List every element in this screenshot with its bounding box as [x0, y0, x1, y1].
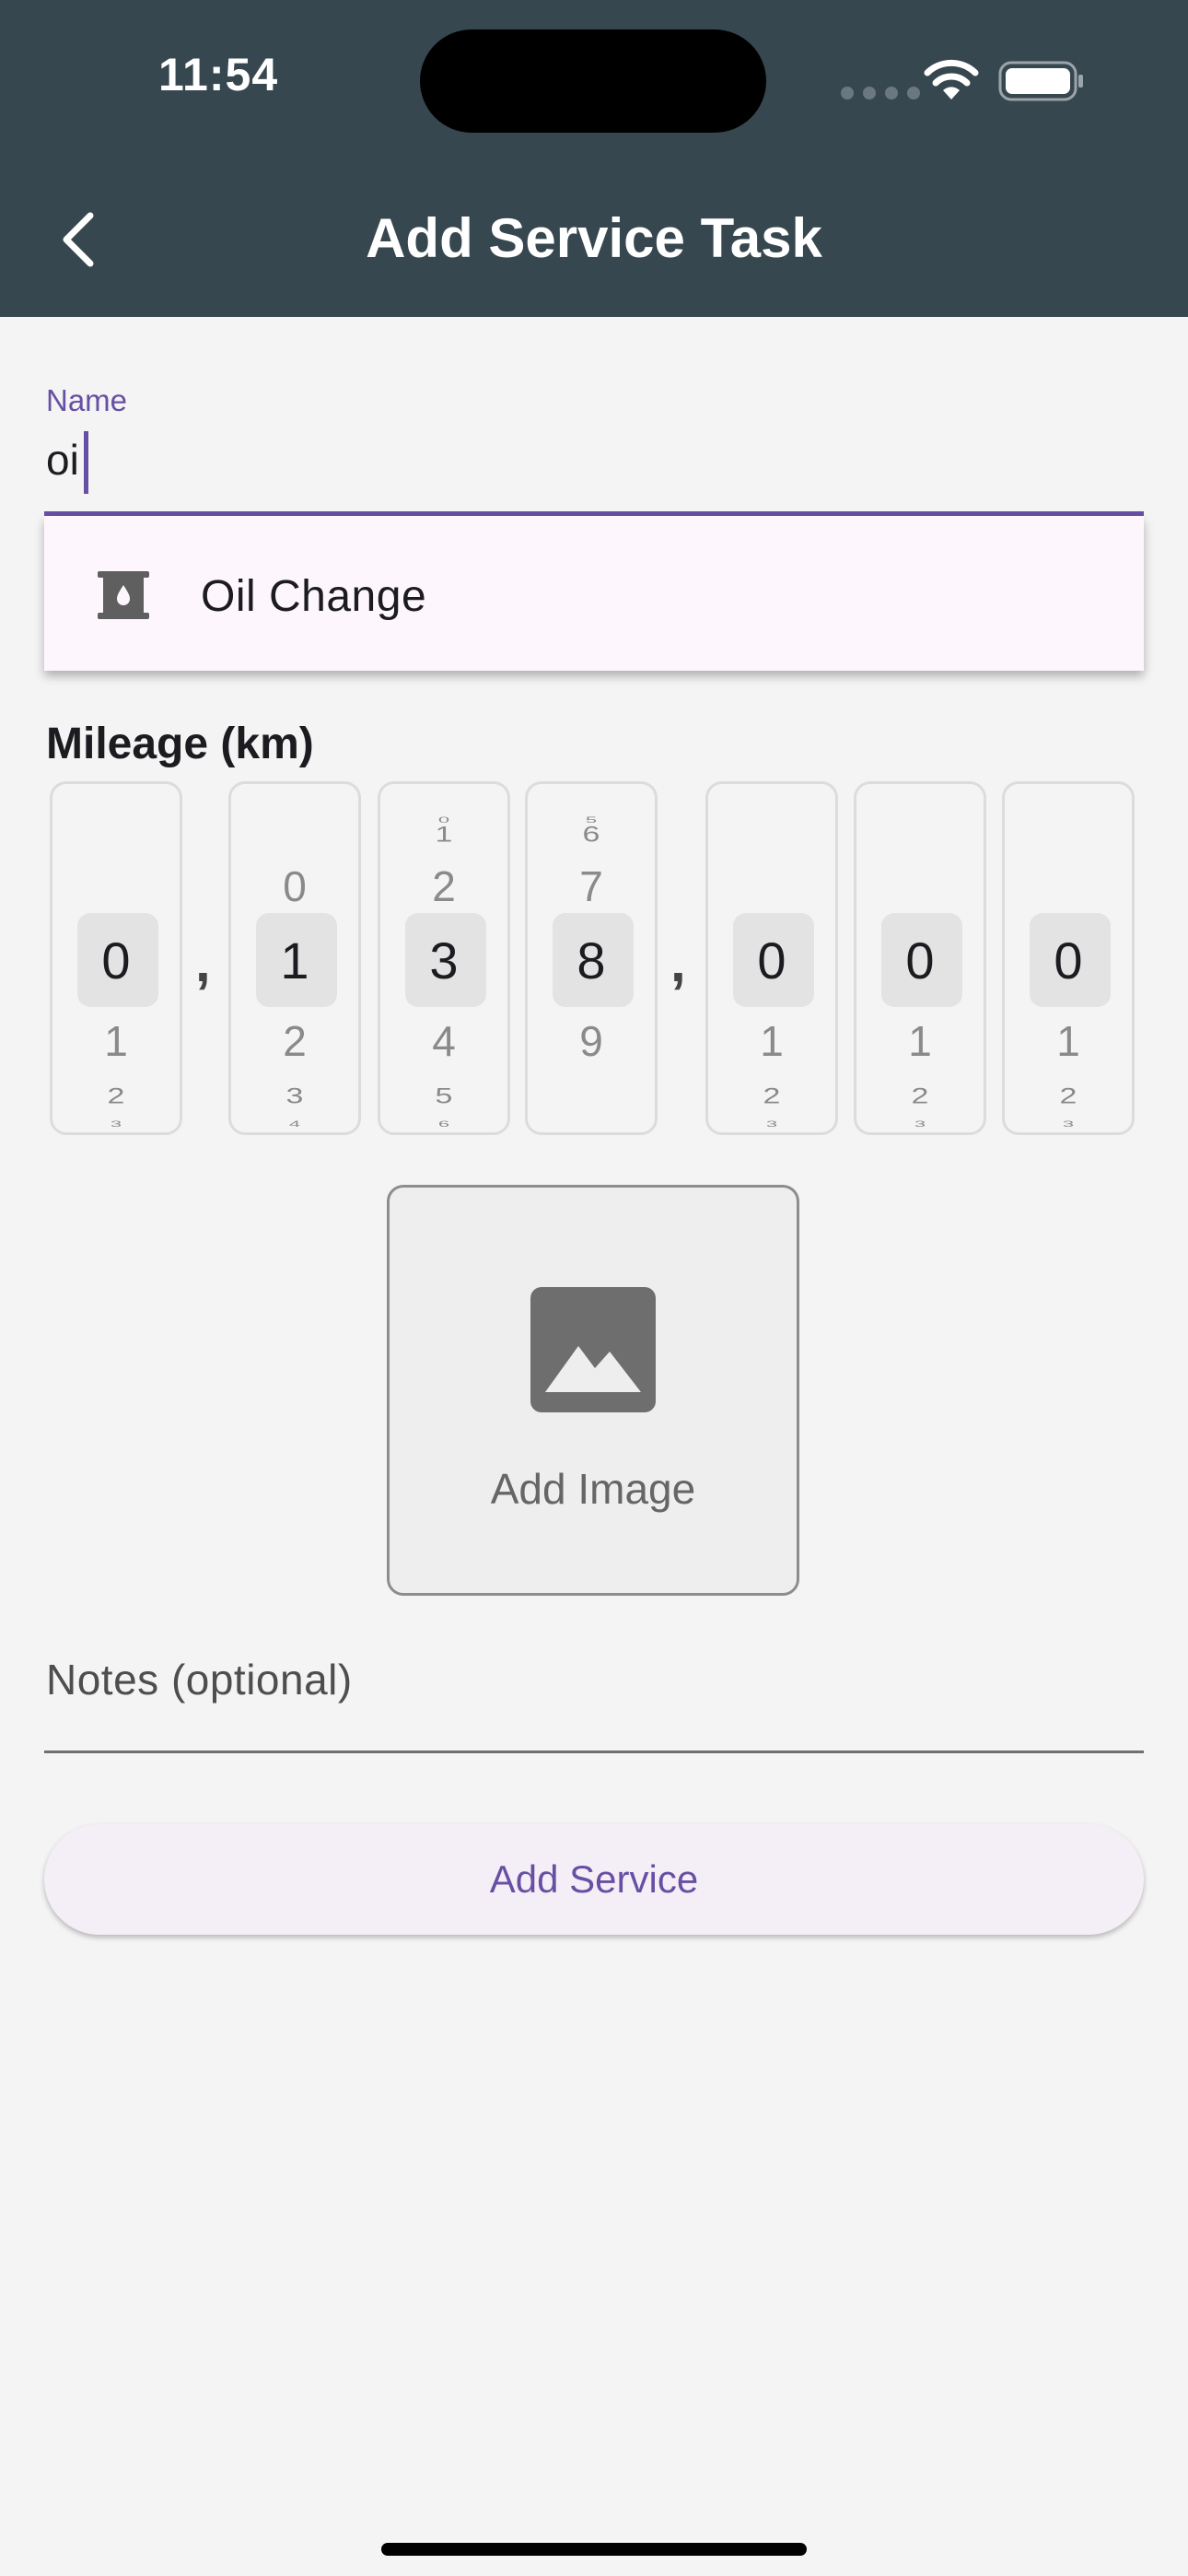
wheel-selected-digit: 0	[905, 931, 935, 989]
wheel-digit: 1	[104, 1017, 128, 1065]
wheel-digit: 1	[760, 1017, 784, 1065]
wifi-icon	[924, 59, 979, 100]
oil-barrel-icon	[98, 571, 149, 619]
wheel-selected-digit: 1	[280, 931, 309, 989]
home-indicator	[381, 2543, 807, 2556]
wheel-digit: 3	[914, 1118, 926, 1129]
add-service-button[interactable]: Add Service	[44, 1824, 1144, 1935]
add-image-label: Add Image	[490, 1465, 696, 1513]
notes-field[interactable]	[44, 1640, 1144, 1751]
cellular-signal-icon	[841, 87, 924, 100]
wheel-digit: 2	[432, 862, 456, 910]
wheel-digit: 4	[288, 1118, 301, 1129]
suggestion-label: Oil Change	[201, 572, 427, 621]
status-time: 11:54	[158, 49, 279, 100]
text-caret	[84, 431, 88, 494]
wheel-selected-digit: 0	[101, 931, 131, 989]
wheel-digit: 2	[107, 1083, 125, 1109]
mileage-digit-wheel[interactable]: 0 1 2 3	[854, 781, 986, 1135]
image-icon	[530, 1287, 656, 1412]
wheel-selected-digit: 3	[429, 931, 459, 989]
wheel-digit: 7	[579, 862, 603, 910]
wheel-digit: 6	[582, 822, 600, 848]
mileage-label: Mileage (km)	[46, 720, 314, 768]
wheel-digit: 2	[911, 1083, 929, 1109]
app-bar: 11:54 Add Service Task	[0, 0, 1188, 317]
name-field-label: Name	[46, 383, 128, 417]
wheel-digit: 9	[579, 1017, 603, 1065]
add-image-button[interactable]: Add Image	[387, 1185, 799, 1596]
wheel-digit: 3	[1062, 1118, 1075, 1129]
thousands-separator: ,	[195, 931, 211, 993]
mileage-digit-wheel[interactable]: 0 1 2 3	[705, 781, 838, 1135]
dynamic-island	[420, 29, 766, 133]
wheel-digit: 3	[285, 1083, 304, 1109]
notes-field-underline	[44, 1751, 1144, 1753]
name-field[interactable]	[44, 426, 1140, 512]
mileage-digit-wheel[interactable]: 0 1 2 3	[1002, 781, 1135, 1135]
wheel-digit: 0	[283, 862, 307, 910]
battery-icon	[998, 61, 1083, 101]
wheel-digit: 3	[110, 1118, 122, 1129]
mileage-digit-wheel[interactable]: 0 1 2 3 4	[228, 781, 361, 1135]
wheel-digit: 5	[435, 1083, 453, 1109]
wheel-digit: 3	[765, 1118, 778, 1129]
wheel-digit: 2	[283, 1017, 307, 1065]
wheel-digit: 6	[437, 1118, 450, 1129]
wheel-selected-digit: 8	[577, 931, 606, 989]
wheel-digit: 1	[435, 822, 453, 848]
suggestion-item-oil-change[interactable]: Oil Change	[44, 516, 1144, 671]
wheel-digit: 1	[1056, 1017, 1080, 1065]
wheel-selected-digit: 0	[1054, 931, 1083, 989]
wheel-digit: 2	[763, 1083, 781, 1109]
wheel-selected-digit: 0	[757, 931, 786, 989]
wheel-digit: 1	[908, 1017, 932, 1065]
mileage-digit-wheel[interactable]: 0 1 2 3	[50, 781, 182, 1135]
mileage-digit-wheel[interactable]: 0 1 2 3 4 5 6	[378, 781, 510, 1135]
thousands-separator: ,	[670, 931, 686, 993]
page-title: Add Service Task	[366, 207, 822, 269]
wheel-digit: 4	[432, 1017, 456, 1065]
mileage-digit-wheel[interactable]: 5 6 7 8 9	[525, 781, 658, 1135]
wheel-digit: 2	[1059, 1083, 1077, 1109]
